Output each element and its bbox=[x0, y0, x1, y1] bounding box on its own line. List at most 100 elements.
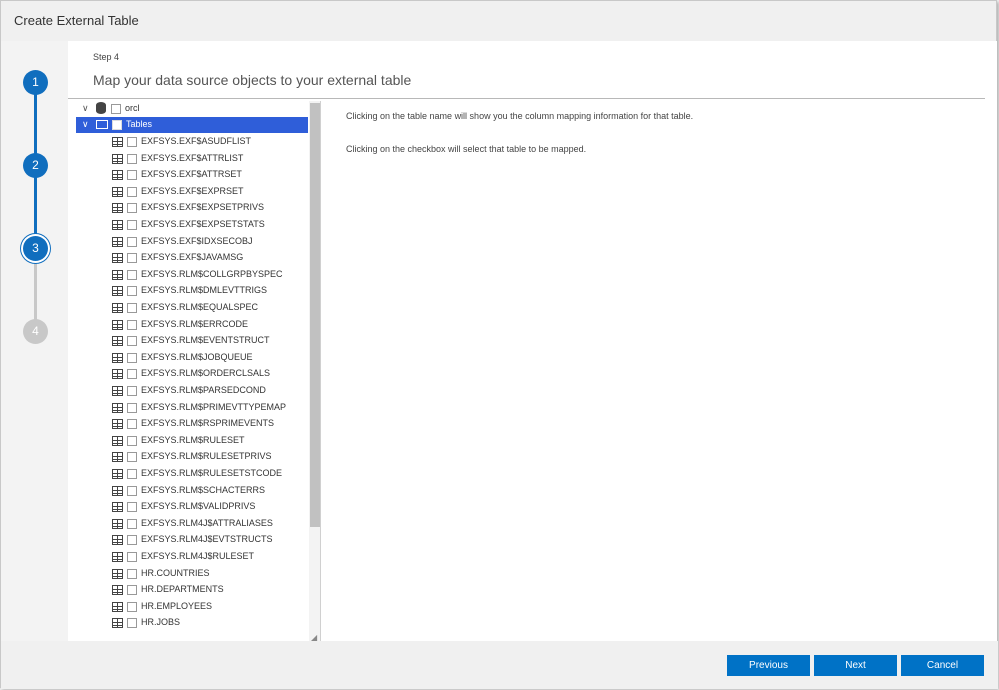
checkbox[interactable] bbox=[127, 186, 137, 197]
tree-table-item[interactable]: HR.JOBS bbox=[68, 615, 308, 631]
checkbox[interactable] bbox=[127, 336, 137, 347]
tree-table-item[interactable]: EXFSYS.RLM$SCHACTERRS bbox=[68, 483, 308, 499]
tree-scrollbar[interactable] bbox=[309, 101, 320, 644]
tree-node-label[interactable]: EXFSYS.RLM4J$EVTSTRUCTS bbox=[141, 534, 273, 544]
tree-table-item[interactable]: EXFSYS.RLM4J$EVTSTRUCTS bbox=[68, 532, 308, 548]
checkbox[interactable] bbox=[127, 253, 137, 264]
tree-table-item[interactable]: EXFSYS.EXF$ASUDFLIST bbox=[68, 134, 308, 150]
previous-button[interactable]: Previous bbox=[727, 655, 810, 676]
tree-table-item[interactable]: EXFSYS.EXF$EXPSETSTATS bbox=[68, 217, 308, 233]
tree-table-item[interactable]: EXFSYS.RLM$VALIDPRIVS bbox=[68, 499, 308, 515]
tree-table-item[interactable]: EXFSYS.RLM$RULESETPRIVS bbox=[68, 449, 308, 465]
tree-node-label[interactable]: EXFSYS.RLM$RULESET bbox=[141, 435, 245, 445]
tree-table-item[interactable]: EXFSYS.RLM$RULESET bbox=[68, 433, 308, 449]
tree-node-label[interactable]: EXFSYS.RLM$DMLEVTTRIGS bbox=[141, 285, 267, 295]
checkbox[interactable] bbox=[127, 170, 137, 181]
step-3-circle[interactable]: 3 bbox=[23, 236, 48, 261]
tree-node-label[interactable]: HR.DEPARTMENTS bbox=[141, 584, 224, 594]
checkbox[interactable] bbox=[127, 153, 137, 164]
checkbox[interactable] bbox=[127, 369, 137, 380]
tree-node-label[interactable]: EXFSYS.EXF$EXPSETPRIVS bbox=[141, 202, 264, 212]
step-1-circle[interactable]: 1 bbox=[23, 70, 48, 95]
checkbox[interactable] bbox=[127, 319, 137, 330]
tree-table-item[interactable]: EXFSYS.RLM$PRIMEVTTYPEMAP bbox=[68, 400, 308, 416]
checkbox[interactable] bbox=[127, 386, 137, 396]
tree-table-item[interactable]: EXFSYS.RLM$DMLEVTTRIGS bbox=[68, 283, 308, 299]
next-button[interactable]: Next bbox=[814, 655, 897, 676]
tree-node-label[interactable]: EXFSYS.RLM$PRIMEVTTYPEMAP bbox=[141, 402, 286, 412]
tree-node-label[interactable]: EXFSYS.RLM$VALIDPRIVS bbox=[141, 501, 255, 511]
checkbox[interactable] bbox=[127, 419, 137, 430]
tree-table-item[interactable]: HR.EMPLOYEES bbox=[68, 599, 308, 615]
tree-node-label[interactable]: Tables bbox=[126, 119, 152, 129]
tree-table-item[interactable]: EXFSYS.EXF$EXPSETPRIVS bbox=[68, 200, 308, 216]
tree-node-label[interactable]: HR.EMPLOYEES bbox=[141, 601, 212, 611]
tree-node-label[interactable]: EXFSYS.RLM$RULESETPRIVS bbox=[141, 451, 272, 461]
tree-node-label[interactable]: EXFSYS.RLM$SCHACTERRS bbox=[141, 485, 265, 495]
tree-node-label[interactable]: EXFSYS.EXF$EXPRSET bbox=[141, 186, 244, 196]
tree-table-item[interactable]: EXFSYS.RLM$RSPRIMEVENTS bbox=[68, 416, 308, 432]
checkbox[interactable] bbox=[127, 552, 137, 562]
checkbox[interactable] bbox=[127, 469, 137, 479]
tree-table-item[interactable]: EXFSYS.RLM$RULESETSTCODE bbox=[68, 466, 308, 482]
tree-table-item[interactable]: EXFSYS.EXF$IDXSECOBJ bbox=[68, 234, 308, 250]
tree-node-label[interactable]: EXFSYS.RLM$COLLGRPBYSPEC bbox=[141, 269, 283, 279]
tree-table-item[interactable]: HR.DEPARTMENTS bbox=[68, 582, 308, 598]
tree-node-label[interactable]: EXFSYS.EXF$IDXSECOBJ bbox=[141, 236, 253, 246]
tree-table-item[interactable]: EXFSYS.RLM$PARSEDCOND bbox=[68, 383, 308, 399]
tree-node-label[interactable]: EXFSYS.RLM4J$RULESET bbox=[141, 551, 254, 561]
checkbox[interactable] bbox=[127, 352, 137, 363]
checkbox[interactable] bbox=[127, 303, 137, 313]
tree-root-orcl[interactable]: ∨ orcl bbox=[68, 101, 308, 117]
checkbox[interactable] bbox=[127, 585, 137, 596]
checkbox[interactable] bbox=[127, 518, 137, 529]
tree-node-label[interactable]: EXFSYS.RLM$ORDERCLSALS bbox=[141, 368, 270, 378]
tree-node-label[interactable]: HR.JOBS bbox=[141, 617, 180, 627]
tree-node-label[interactable]: EXFSYS.RLM$RULESETSTCODE bbox=[141, 468, 282, 478]
tree-table-item[interactable]: EXFSYS.RLM$EQUALSPEC bbox=[68, 300, 308, 316]
tree-table-item[interactable]: EXFSYS.EXF$JAVAMSG bbox=[68, 250, 308, 266]
checkbox[interactable] bbox=[127, 236, 137, 247]
tree-node-label[interactable]: EXFSYS.EXF$EXPSETSTATS bbox=[141, 219, 265, 229]
tree-table-item[interactable]: EXFSYS.RLM$EVENTSTRUCT bbox=[68, 333, 308, 349]
checkbox[interactable] bbox=[127, 502, 137, 513]
tree-table-item[interactable]: EXFSYS.RLM$JOBQUEUE bbox=[68, 350, 308, 366]
tree-table-item[interactable]: EXFSYS.RLM$COLLGRPBYSPEC bbox=[68, 267, 308, 283]
tree-node-label[interactable]: HR.COUNTRIES bbox=[141, 568, 210, 578]
checkbox[interactable] bbox=[127, 601, 137, 612]
tree-node-label[interactable]: EXFSYS.RLM$PARSEDCOND bbox=[141, 385, 266, 395]
tree-folder-tables[interactable]: ∨ Tables bbox=[76, 117, 308, 133]
checkbox[interactable] bbox=[127, 435, 137, 446]
tree-node-label[interactable]: EXFSYS.RLM$EQUALSPEC bbox=[141, 302, 258, 312]
tree-node-label[interactable]: EXFSYS.RLM$ERRCODE bbox=[141, 319, 248, 329]
tree-node-label[interactable]: EXFSYS.EXF$ATTRSET bbox=[141, 169, 242, 179]
cancel-button[interactable]: Cancel bbox=[901, 655, 984, 676]
tree-node-label[interactable]: EXFSYS.EXF$JAVAMSG bbox=[141, 252, 243, 262]
tree-table-item[interactable]: EXFSYS.EXF$ATTRSET bbox=[68, 167, 308, 183]
tree-table-item[interactable]: EXFSYS.RLM4J$ATTRALIASES bbox=[68, 516, 308, 532]
tree-table-item[interactable]: EXFSYS.RLM$ORDERCLSALS bbox=[68, 366, 308, 382]
tree-node-label[interactable]: EXFSYS.RLM$EVENTSTRUCT bbox=[141, 335, 270, 345]
tree-table-item[interactable]: HR.COUNTRIES bbox=[68, 566, 308, 582]
tree-node-label[interactable]: EXFSYS.RLM$JOBQUEUE bbox=[141, 352, 253, 362]
tree-node-label[interactable]: EXFSYS.EXF$ATTRLIST bbox=[141, 153, 243, 163]
checkbox[interactable] bbox=[127, 137, 137, 147]
chevron-down-icon[interactable]: ∨ bbox=[82, 119, 89, 129]
checkbox[interactable] bbox=[127, 402, 137, 413]
checkbox[interactable] bbox=[111, 104, 121, 114]
tree-node-label[interactable]: EXFSYS.RLM4J$ATTRALIASES bbox=[141, 518, 273, 528]
checkbox[interactable] bbox=[127, 568, 137, 579]
tree-table-item[interactable]: EXFSYS.EXF$ATTRLIST bbox=[68, 151, 308, 167]
chevron-down-icon[interactable]: ∨ bbox=[82, 103, 89, 113]
checkbox[interactable] bbox=[127, 452, 137, 463]
checkbox[interactable] bbox=[112, 120, 122, 130]
tree-node-label[interactable]: EXFSYS.EXF$ASUDFLIST bbox=[141, 136, 251, 146]
tree-table-item[interactable]: EXFSYS.EXF$EXPRSET bbox=[68, 184, 308, 200]
checkbox[interactable] bbox=[127, 286, 137, 297]
checkbox[interactable] bbox=[127, 269, 137, 280]
checkbox[interactable] bbox=[127, 535, 137, 546]
checkbox[interactable] bbox=[127, 203, 137, 214]
checkbox[interactable] bbox=[127, 485, 137, 496]
tree-table-item[interactable]: EXFSYS.RLM$ERRCODE bbox=[68, 317, 308, 333]
scrollbar-thumb[interactable] bbox=[310, 103, 320, 527]
